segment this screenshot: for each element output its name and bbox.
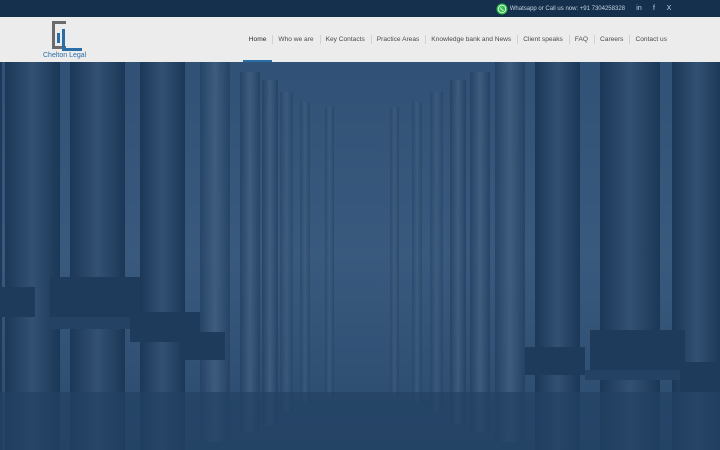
linkedin-icon[interactable]: in <box>636 5 642 12</box>
nav-client-speaks[interactable]: Client speaks <box>517 17 569 62</box>
site-header: Chelton Legal Home Who we are Key Contac… <box>0 17 720 62</box>
nav-practice-areas[interactable]: Practice Areas <box>370 17 426 62</box>
facebook-icon[interactable]: f <box>651 5 657 12</box>
x-icon[interactable]: X <box>666 5 672 12</box>
social-links: in f X <box>636 5 672 12</box>
hero-image <box>0 62 720 450</box>
main-nav: Home Who we are Key Contacts Practice Ar… <box>242 17 673 62</box>
hero-overlay <box>0 62 720 450</box>
nav-home[interactable]: Home <box>242 17 273 62</box>
nav-who-we-are[interactable]: Who we are <box>272 17 319 62</box>
nav-knowledge-bank[interactable]: Knowledge bank and News <box>425 17 517 62</box>
nav-key-contacts[interactable]: Key Contacts <box>319 17 371 62</box>
nav-careers[interactable]: Careers <box>594 17 629 62</box>
whatsapp-link[interactable]: Whatsapp or Call us now: +91 7304258328 <box>496 3 625 15</box>
nav-contact-us[interactable]: Contact us <box>629 17 673 62</box>
whatsapp-icon <box>496 3 508 14</box>
nav-faq[interactable]: FAQ <box>568 17 594 62</box>
brand-name: Chelton Legal <box>43 52 87 59</box>
top-bar: Whatsapp or Call us now: +91 7304258328 … <box>0 0 720 17</box>
contact-text: Whatsapp or Call us now: +91 7304258328 <box>509 5 625 12</box>
